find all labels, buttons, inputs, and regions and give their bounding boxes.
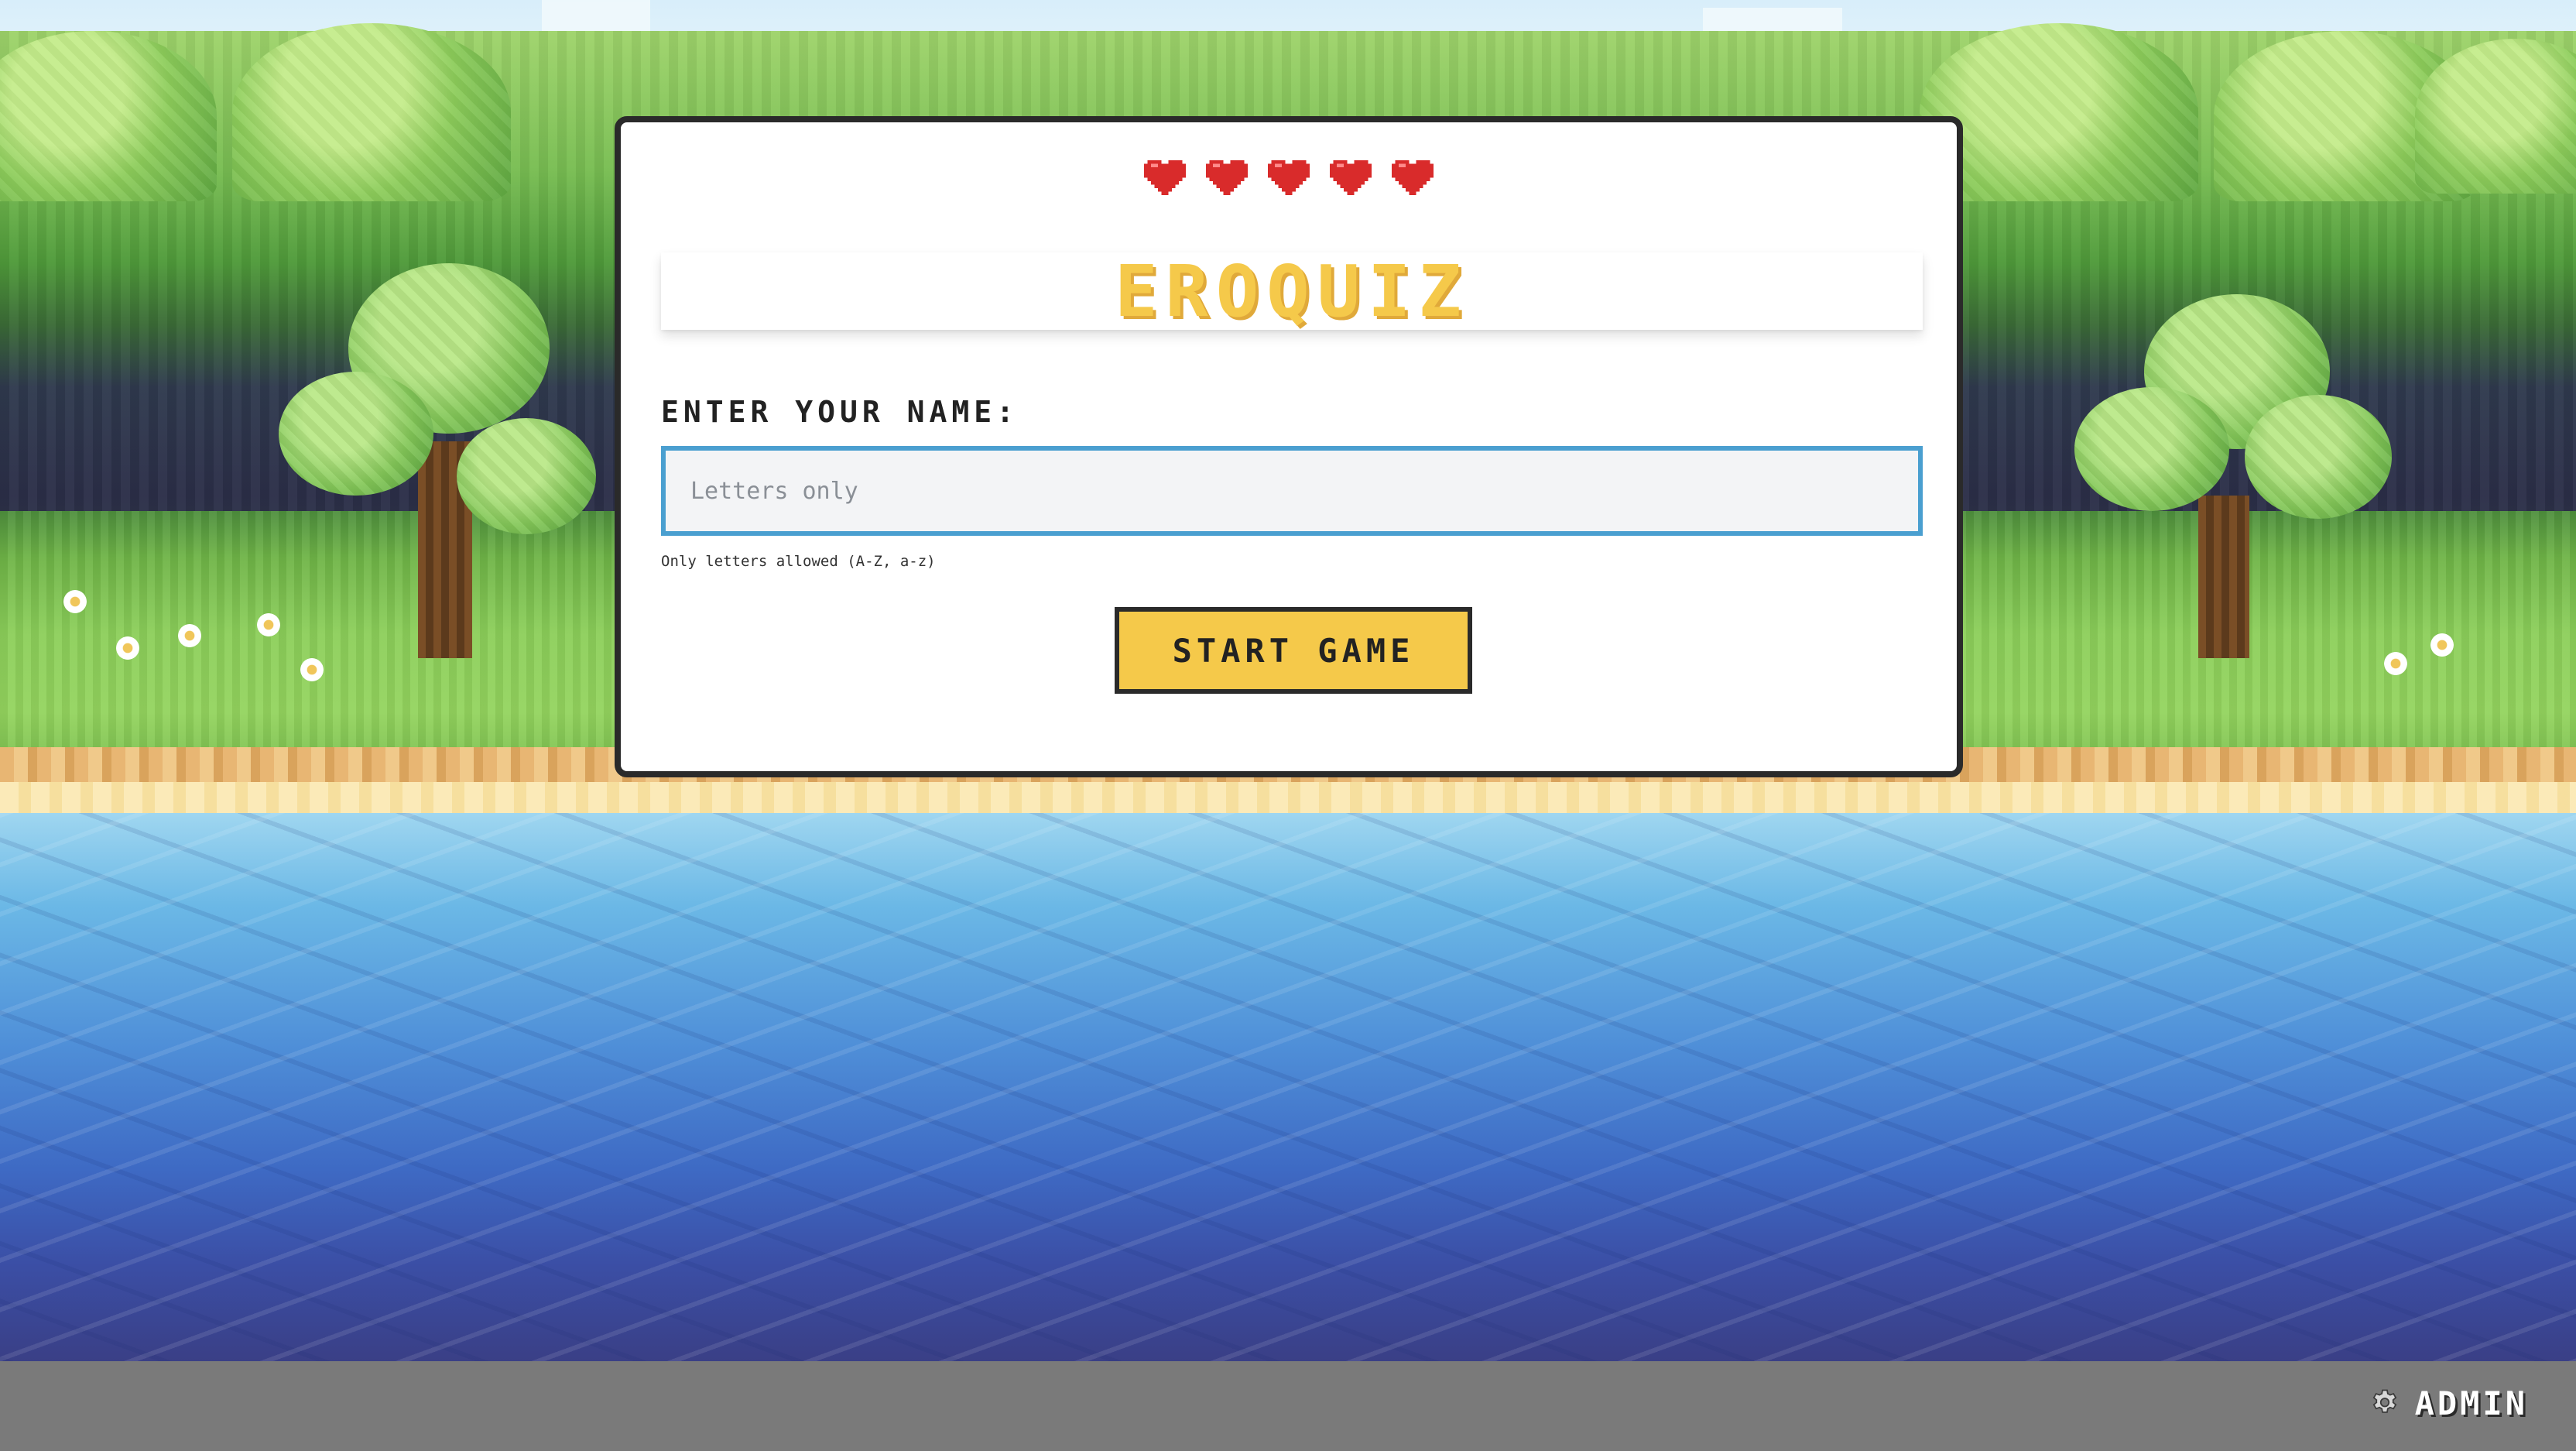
name-hint: Only letters allowed (A-Z, a-z) [661,553,936,570]
flower [63,590,87,613]
canopy [232,23,511,201]
title-banner: EROQUIZ [661,249,1923,333]
heart-icon [1330,160,1372,195]
flower [2430,633,2454,657]
gear-icon [2372,1389,2396,1413]
admin-button[interactable]: ADMIN [2369,1384,2528,1422]
river-water [0,813,2576,1361]
heart-icon [1206,160,1248,195]
flower [2384,652,2407,675]
flower [300,658,324,681]
start-game-label: START GAME [1172,631,1415,670]
heart-icon [1144,160,1186,195]
name-input[interactable] [661,446,1923,536]
name-label: ENTER YOUR NAME: [661,395,1019,429]
lives-hearts [621,156,1957,195]
tree-right [2074,294,2400,666]
heart-icon [1268,160,1310,195]
footer-bar: ADMIN [0,1361,2576,1451]
flower [178,624,201,647]
admin-label: ADMIN [2414,1384,2528,1422]
cloud [542,0,650,31]
game-title: EROQUIZ [1115,249,1469,333]
flower [257,613,280,636]
start-game-button[interactable]: START GAME [1115,607,1472,694]
flower [116,636,139,660]
start-dialog: EROQUIZ ENTER YOUR NAME: Only letters al… [615,116,1963,777]
tree-left [279,263,604,666]
shore-foam [0,782,2576,817]
heart-icon [1392,160,1434,195]
